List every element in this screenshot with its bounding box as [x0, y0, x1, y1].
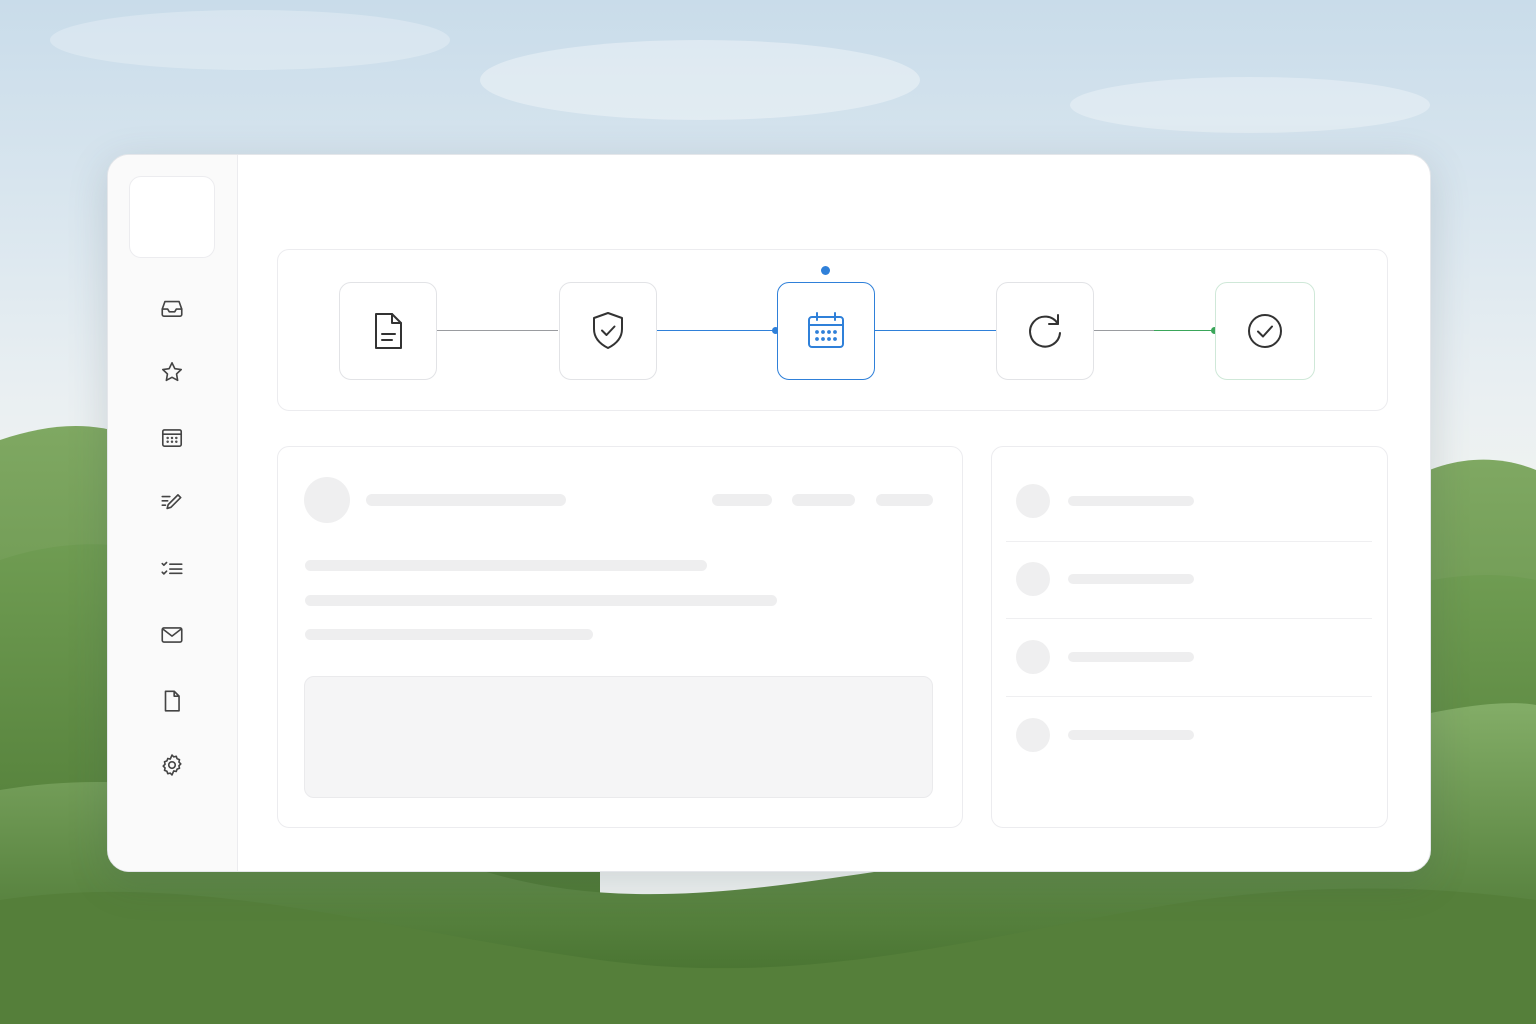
step-complete[interactable]: [1215, 282, 1315, 380]
list-item-text: [1068, 496, 1194, 506]
star-icon: [161, 361, 183, 382]
sidebar-item-inbox[interactable]: [152, 288, 192, 328]
step-verify[interactable]: [559, 282, 657, 380]
document-icon: [375, 313, 402, 349]
sidebar-item-calendar[interactable]: [152, 418, 192, 458]
refresh-icon: [1029, 314, 1061, 348]
action-placeholder-2: [792, 494, 855, 506]
sidebar-item-favorites[interactable]: [152, 352, 192, 392]
content-block-placeholder: [304, 676, 933, 798]
calendar-icon: [808, 312, 844, 348]
step-sync[interactable]: [996, 282, 1094, 380]
divider: [1006, 618, 1372, 619]
document-icon: [164, 690, 180, 712]
calendar-icon: [161, 429, 183, 447]
divider: [1006, 541, 1372, 542]
mail-icon: [161, 627, 183, 643]
avatar-placeholder: [304, 477, 350, 523]
app-window: [107, 154, 1431, 872]
list-item-avatar: [1016, 640, 1050, 674]
sidebar-item-mail[interactable]: [152, 615, 192, 655]
main-content-panel: [277, 446, 963, 828]
logo-placeholder: [129, 176, 215, 258]
check-circle-icon: [1248, 314, 1282, 348]
list-item-avatar: [1016, 718, 1050, 752]
list-item-text: [1068, 574, 1194, 584]
active-step-indicator: [821, 266, 830, 275]
sidebar-item-documents[interactable]: [152, 681, 192, 721]
action-placeholder-3: [876, 494, 933, 506]
desktop-background: [0, 0, 1536, 1024]
edit-list-icon: [161, 494, 182, 510]
step-schedule[interactable]: [777, 282, 875, 380]
connector-4-green: [1154, 330, 1215, 331]
text-line-placeholder-2: [305, 595, 777, 606]
sidebar: [108, 155, 238, 871]
text-line-placeholder-1: [305, 560, 707, 571]
sidebar-item-notes[interactable]: [152, 483, 192, 523]
title-placeholder: [366, 494, 566, 506]
inbox-icon: [161, 300, 183, 317]
shield-check-icon: [593, 312, 623, 349]
sidebar-item-tasks[interactable]: [152, 549, 192, 589]
list-item-text: [1068, 730, 1194, 740]
sidebar-item-settings[interactable]: [152, 745, 192, 785]
list-item-avatar: [1016, 562, 1050, 596]
connector-3: [875, 330, 996, 331]
connector-2: [656, 330, 776, 331]
checklist-icon: [161, 561, 183, 575]
connector-1: [436, 330, 558, 331]
step-document[interactable]: [339, 282, 437, 380]
action-placeholder-1: [712, 494, 772, 506]
list-item-text: [1068, 652, 1194, 662]
side-list-panel: [991, 446, 1388, 828]
divider: [1006, 696, 1372, 697]
list-item-avatar: [1016, 484, 1050, 518]
gear-icon: [162, 754, 182, 776]
workflow-stepper: [277, 249, 1388, 411]
text-line-placeholder-3: [305, 629, 593, 640]
